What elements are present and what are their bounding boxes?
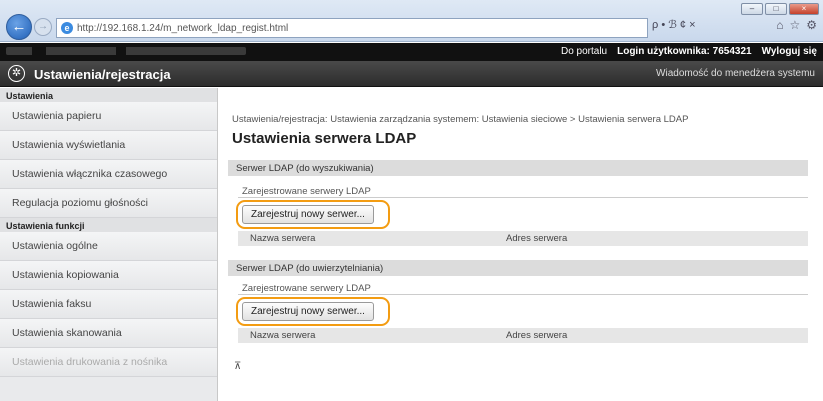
register-search-server-button[interactable]: Zarejestruj nowy serwer... [242, 205, 374, 224]
breadcrumb: Ustawienia/rejestracja: Ustawienia zarzą… [232, 114, 689, 125]
col-server-address: Adres serwera [506, 233, 568, 244]
portal-link[interactable]: Do portalu [561, 46, 607, 57]
maximize-icon[interactable]: □ [765, 3, 787, 15]
registered-servers-label: Zarejestrowane serwery LDAP [242, 186, 371, 197]
close-icon[interactable]: × [789, 3, 819, 15]
logout-link[interactable]: Wyloguj się [762, 46, 817, 57]
page-title: Ustawienia serwera LDAP [232, 130, 417, 147]
address-tools[interactable]: ρ • ℬ ¢ × [652, 18, 696, 31]
col-server-name: Nazwa serwera [250, 233, 316, 244]
address-bar[interactable]: e http://192.168.1.24/m_network_ldap_reg… [56, 18, 648, 38]
favorites-icon[interactable]: ☆ [789, 18, 800, 32]
sidebar-item-general[interactable]: Ustawienia ogólne [0, 232, 217, 261]
sidebar-item-volume[interactable]: Regulacja poziomu głośności [0, 189, 217, 218]
sidebar-item-timer[interactable]: Ustawienia włącznika czasowego [0, 160, 217, 189]
sidebar-section-functions: Ustawienia funkcji [0, 218, 217, 232]
divider [238, 197, 808, 198]
sidebar-item-copy[interactable]: Ustawienia kopiowania [0, 261, 217, 290]
topbar-links: Do portalu Login użytkownika: 7654321 Wy… [561, 46, 817, 57]
sidebar: Ustawienia Ustawienia papieru Ustawienia… [0, 88, 218, 401]
auth-server-table-header: Nazwa serwera Adres serwera [238, 328, 808, 343]
browser-icon: e [61, 22, 73, 34]
col-server-name: Nazwa serwera [250, 330, 316, 341]
settings-logo-icon: ✲ [8, 65, 25, 82]
sidebar-item-scan[interactable]: Ustawienia skanowania [0, 319, 217, 348]
search-server-table-header: Nazwa serwera Adres serwera [238, 231, 808, 246]
col-server-address: Adres serwera [506, 330, 568, 341]
scroll-to-top-icon[interactable]: ⊼ [234, 361, 241, 372]
browser-toolbar-icons: ⌂ ☆ ⚙ [776, 18, 817, 32]
back-button[interactable]: ← [6, 14, 32, 40]
window-controls: – □ × [741, 3, 819, 15]
login-value: 7654321 [712, 46, 752, 57]
browser-chrome: – □ × ← → e http://192.168.1.24/m_networ… [0, 0, 823, 42]
sidebar-item-paper[interactable]: Ustawienia papieru [0, 102, 217, 131]
register-auth-server-button[interactable]: Zarejestruj nowy serwer... [242, 302, 374, 321]
home-icon[interactable]: ⌂ [776, 18, 783, 32]
forward-button[interactable]: → [34, 18, 52, 36]
url-text: http://192.168.1.24/m_network_ldap_regis… [77, 22, 289, 34]
settings-icon[interactable]: ⚙ [806, 18, 817, 32]
sidebar-item-fax[interactable]: Ustawienia faksu [0, 290, 217, 319]
minimize-icon[interactable]: – [741, 3, 763, 15]
section-ldap-search: Serwer LDAP (do wyszukiwania) [228, 160, 808, 176]
login-label: Login użytkownika: [617, 46, 710, 57]
login-info: Login użytkownika: 7654321 [617, 46, 752, 57]
admin-message-link[interactable]: Wiadomość do menedżera systemu [656, 68, 815, 79]
sidebar-item-media-print[interactable]: Ustawienia drukowania z nośnika [0, 348, 217, 377]
device-name-blurred [6, 47, 246, 55]
sidebar-section-settings: Ustawienia [0, 88, 217, 102]
title-bar: ✲ Ustawienia/rejestracja Wiadomość do me… [0, 61, 823, 87]
registered-servers-label: Zarejestrowane serwery LDAP [242, 283, 371, 294]
sidebar-item-display[interactable]: Ustawienia wyświetlania [0, 131, 217, 160]
divider [238, 294, 808, 295]
section-ldap-auth: Serwer LDAP (do uwierzytelniania) [228, 260, 808, 276]
page-header-title: Ustawienia/rejestracja [34, 67, 171, 82]
device-topbar: Do portalu Login użytkownika: 7654321 Wy… [0, 43, 823, 61]
